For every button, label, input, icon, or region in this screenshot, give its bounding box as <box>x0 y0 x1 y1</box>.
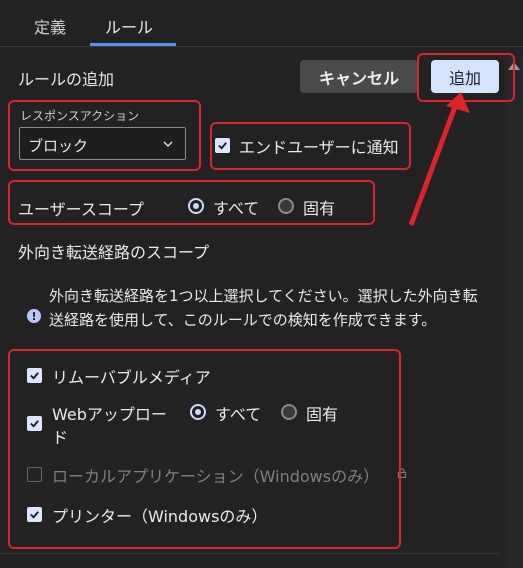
highlight-egress-items <box>8 349 401 549</box>
egress-scope-info: 外向き転送経路を1つ以上選択してください。選択した外向き転送経路を使用して、この… <box>49 287 478 329</box>
page-title: ルールの追加 <box>18 70 115 89</box>
highlight-notify-end-user <box>210 122 411 170</box>
egress-scope-title: 外向き転送経路のスコープ <box>18 243 210 262</box>
tab-rules[interactable]: ルール <box>105 14 153 38</box>
tab-bar: 定義 ルール <box>0 0 523 47</box>
highlight-user-scope <box>8 180 375 225</box>
divider <box>0 553 500 554</box>
info-icon: ! <box>27 309 41 323</box>
cancel-button[interactable]: キャンセル <box>300 60 418 93</box>
scrollbar[interactable] <box>505 56 523 568</box>
active-tab-indicator <box>90 43 176 46</box>
rule-editor-panel: 定義 ルール ルールの追加 キャンセル 追加 レスポンスアクション ブロック エ… <box>0 0 523 568</box>
tab-definition[interactable]: 定義 <box>34 14 66 38</box>
highlight-add-button <box>417 53 515 102</box>
highlight-response-action <box>8 100 201 171</box>
